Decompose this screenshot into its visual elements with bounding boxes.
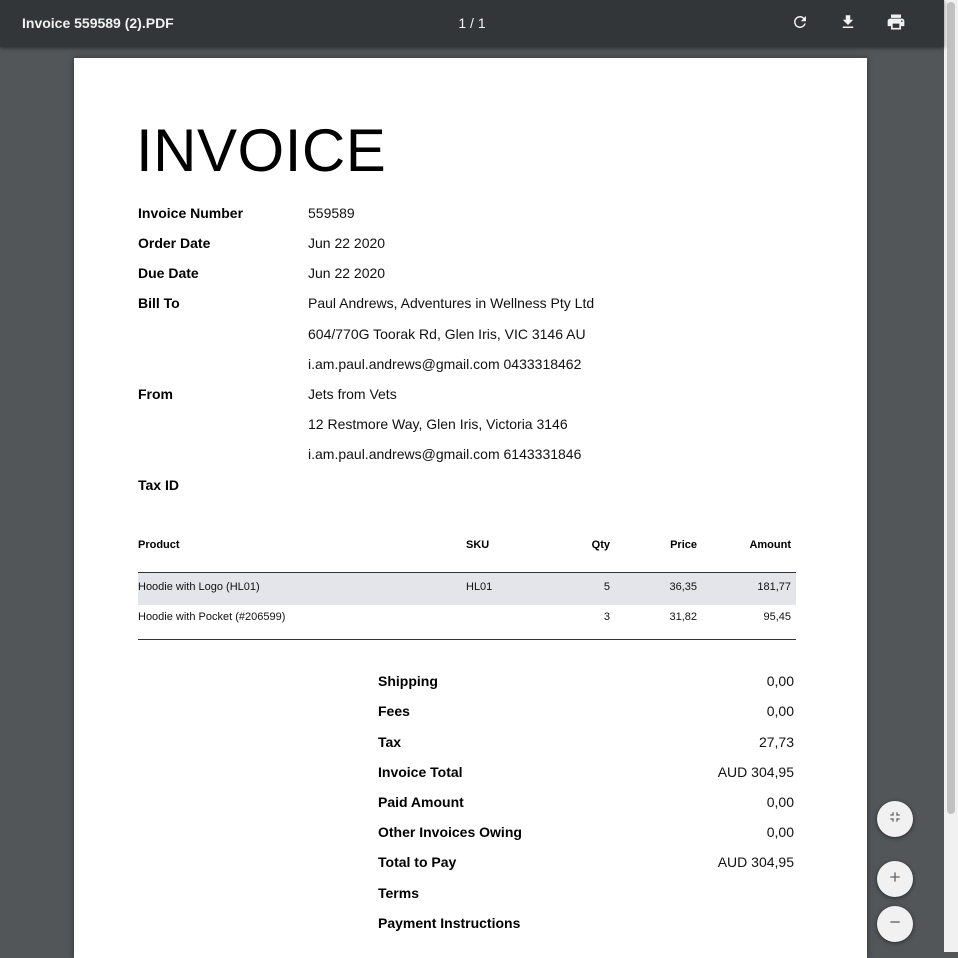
paid-amount-label: Paid Amount: [378, 794, 464, 810]
bill-to-line: i.am.paul.andrews@gmail.com 0433318462: [308, 356, 582, 372]
due-date-value: Jun 22 2020: [308, 265, 386, 281]
price-cell: 31,82: [669, 611, 697, 623]
payment-instructions-label: Payment Instructions: [378, 915, 521, 931]
from-line: i.am.paul.andrews@gmail.com 6143331846: [308, 446, 582, 462]
zoom-in-icon: [887, 869, 903, 890]
fees-label: Fees: [378, 703, 410, 719]
paid-amount-value: 0,00: [766, 794, 794, 810]
bill-to-label: Bill To: [138, 295, 180, 311]
from-line: Jets from Vets: [308, 386, 397, 402]
from-line: 12 Restmore Way, Glen Iris, Victoria 314…: [308, 416, 568, 432]
tax-label: Tax: [378, 734, 402, 750]
pdf-page: INVOICE Invoice Number 559589 Order Date…: [74, 58, 867, 958]
other-invoices-owing-value: 0,00: [766, 824, 794, 840]
product-cell: Hoodie with Logo (HL01): [138, 581, 260, 593]
due-date-label: Due Date: [138, 265, 199, 281]
invoice-number-label: Invoice Number: [138, 205, 244, 221]
bill-to-line: 604/770G Toorak Rd, Glen Iris, VIC 3146 …: [308, 326, 586, 342]
invoice-number-value: 559589: [308, 205, 355, 221]
qty-cell: 3: [603, 611, 610, 623]
tax-id-label: Tax ID: [138, 477, 179, 493]
table-footer-rule: [138, 639, 796, 640]
product-cell: Hoodie with Pocket (#206599): [138, 611, 286, 623]
print-icon: [886, 12, 906, 37]
terms-label: Terms: [378, 885, 419, 901]
sku-cell: HL01: [466, 581, 493, 593]
rotate-button[interactable]: [786, 10, 814, 38]
qty-cell: 5: [603, 581, 610, 593]
fit-page-icon: [887, 809, 903, 830]
zoom-in-button[interactable]: [877, 861, 913, 897]
total-to-pay-value: AUD 304,95: [717, 854, 794, 870]
fees-value: 0,00: [766, 703, 794, 719]
order-date-label: Order Date: [138, 235, 211, 251]
price-cell: 36,35: [669, 581, 697, 593]
shipping-label: Shipping: [378, 673, 438, 689]
invoice-total-label: Invoice Total: [378, 764, 463, 780]
from-label: From: [138, 386, 173, 402]
invoice-total-value: AUD 304,95: [717, 764, 794, 780]
zoom-out-button[interactable]: [877, 906, 913, 942]
invoice-heading: INVOICE: [136, 117, 387, 184]
order-date-value: Jun 22 2020: [308, 235, 386, 251]
tax-value: 27,73: [758, 734, 794, 750]
scrollbar-thumb[interactable]: [947, 2, 955, 814]
bill-to-line: Paul Andrews, Adventures in Wellness Pty…: [308, 295, 595, 311]
shipping-value: 0,00: [766, 673, 794, 689]
amount-cell: 95,45: [763, 611, 791, 623]
other-invoices-owing-label: Other Invoices Owing: [378, 824, 522, 840]
sku-column-header: SKU: [466, 539, 490, 551]
download-button[interactable]: [834, 10, 862, 38]
price-column-header: Price: [670, 539, 697, 551]
product-column-header: Product: [138, 539, 180, 551]
zoom-out-icon: [887, 914, 903, 935]
print-button[interactable]: [882, 10, 910, 38]
download-icon: [839, 13, 857, 36]
qty-column-header: Qty: [591, 539, 610, 551]
fit-to-page-button[interactable]: [877, 801, 913, 837]
amount-cell: 181,77: [757, 581, 791, 593]
vertical-scrollbar[interactable]: [944, 0, 958, 952]
pdf-toolbar: Invoice 559589 (2).PDF 1 / 1: [0, 0, 944, 47]
amount-column-header: Amount: [749, 539, 791, 551]
rotate-icon: [791, 13, 809, 36]
total-to-pay-label: Total to Pay: [378, 854, 457, 870]
